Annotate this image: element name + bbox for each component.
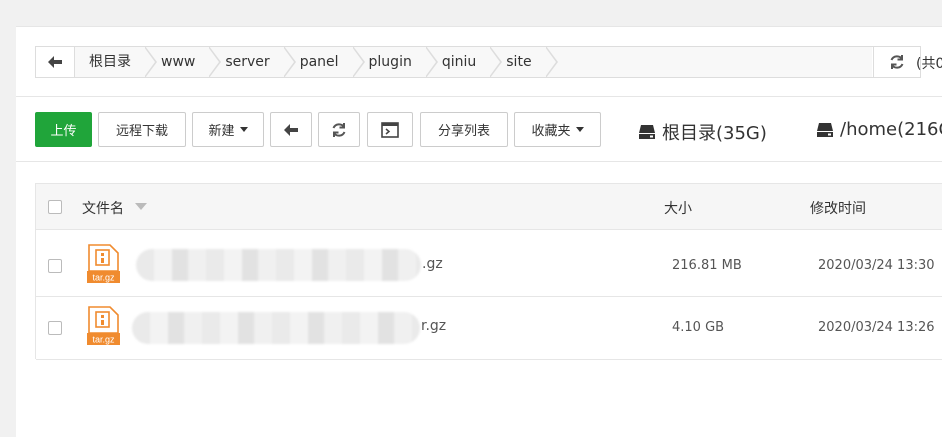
favorites-label: 收藏夹 [531, 124, 571, 139]
redacted-filename [136, 249, 421, 281]
path-refresh-button[interactable] [873, 47, 920, 77]
arrow-left-icon [284, 123, 298, 136]
file-manager-panel: 根目录 www server panel plugin qiniu site (… [16, 26, 942, 437]
file-table: 文件名 大小 修改时间 tar.gz .gz 216.81 MB 2020/03… [35, 183, 942, 360]
file-count: (共0 [916, 56, 942, 72]
column-header-size[interactable]: 大小 [664, 198, 692, 218]
column-header-name[interactable]: 文件名 [82, 198, 124, 218]
archive-file-icon: tar.gz [87, 306, 120, 345]
svg-text:tar.gz: tar.gz [92, 335, 115, 345]
path-bar: 根目录 www server panel plugin qiniu site [35, 46, 921, 78]
column-header-modified[interactable]: 修改时间 [810, 198, 866, 218]
hdd-icon [639, 125, 655, 139]
table-header: 文件名 大小 修改时间 [36, 184, 942, 230]
file-name-suffix[interactable]: r.gz [421, 318, 446, 334]
file-size: 4.10 GB [672, 320, 725, 335]
terminal-icon [381, 121, 399, 138]
disk-label: /home(216G [840, 119, 942, 140]
new-label: 新建 [208, 124, 235, 139]
caret-down-icon [239, 127, 248, 132]
disk-root[interactable]: 根目录(35G) [638, 119, 767, 145]
breadcrumb: 根目录 www server panel plugin qiniu site [75, 46, 558, 78]
svg-text:tar.gz: tar.gz [92, 273, 115, 283]
remote-download-button[interactable]: 远程下载 [98, 112, 186, 147]
refresh-button[interactable] [318, 112, 360, 147]
redacted-filename [132, 312, 420, 344]
favorites-dropdown-button[interactable]: 收藏夹 [514, 112, 601, 147]
row-checkbox[interactable] [48, 321, 62, 335]
file-modified: 2020/03/24 13:30 [818, 258, 935, 273]
file-name-suffix[interactable]: .gz [422, 256, 443, 272]
file-size: 216.81 MB [672, 258, 742, 273]
table-row[interactable]: tar.gz .gz 216.81 MB 2020/03/24 13:30 [36, 234, 942, 297]
terminal-button[interactable] [367, 112, 413, 147]
new-dropdown-button[interactable]: 新建 [192, 112, 264, 147]
table-row[interactable]: tar.gz r.gz 4.10 GB 2020/03/24 13:26 [36, 297, 942, 360]
back-button[interactable] [36, 47, 75, 77]
archive-file-icon: tar.gz [87, 244, 120, 283]
refresh-icon [332, 122, 346, 137]
sort-down-icon[interactable] [135, 203, 147, 211]
divider [16, 161, 942, 162]
row-checkbox[interactable] [48, 259, 62, 273]
breadcrumb-item[interactable]: 根目录 [75, 46, 157, 78]
divider [16, 96, 942, 97]
refresh-icon [890, 55, 904, 69]
select-all-checkbox[interactable] [48, 200, 62, 214]
file-modified: 2020/03/24 13:26 [818, 320, 935, 335]
arrow-left-icon [48, 56, 62, 68]
go-back-button[interactable] [270, 112, 312, 147]
share-list-button[interactable]: 分享列表 [420, 112, 508, 147]
disk-label: 根目录(35G) [662, 123, 767, 144]
hdd-icon [817, 122, 833, 137]
upload-button[interactable]: 上传 [35, 112, 92, 147]
caret-down-icon [575, 127, 584, 132]
disk-home[interactable]: /home(216G [816, 119, 942, 140]
